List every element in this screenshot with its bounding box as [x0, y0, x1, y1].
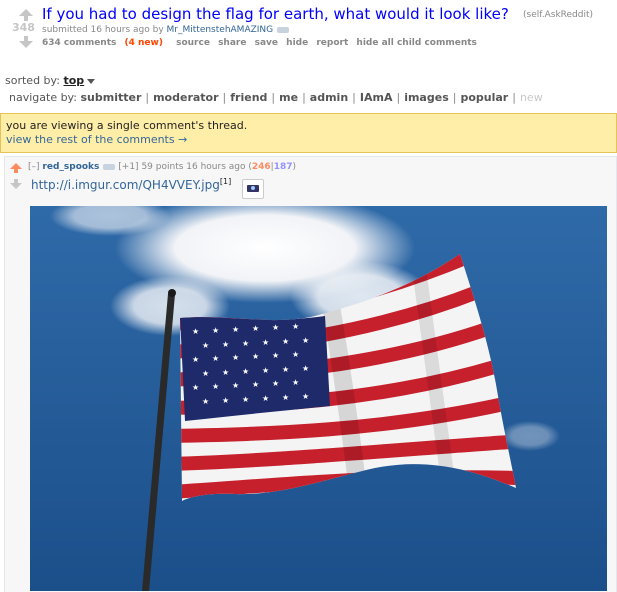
submitted-text: submitted 16 hours ago by — [42, 25, 164, 35]
post-action-buttons: 634 comments (4 new) source share save h… — [42, 38, 482, 48]
svg-text:★: ★ — [222, 340, 229, 349]
report-button[interactable]: report — [316, 38, 348, 48]
post-title-link[interactable]: If you had to design the flag for earth,… — [42, 5, 509, 23]
collapse-toggle[interactable]: [–] — [28, 162, 40, 172]
share-button[interactable]: share — [218, 38, 246, 48]
svg-text:★: ★ — [192, 383, 199, 392]
svg-text:★: ★ — [202, 397, 209, 406]
hide-child-comments-button[interactable]: hide all child comments — [356, 38, 476, 48]
view-all-comments-link[interactable]: view the rest of the comments → — [6, 133, 187, 146]
svg-text:★: ★ — [212, 326, 219, 335]
post-tagline: submitted 16 hours ago by Mr_MittenstehA… — [42, 25, 290, 35]
svg-text:★: ★ — [292, 322, 299, 331]
navigate-bar: navigate by: submitter | moderator | friend |… — [9, 91, 543, 104]
svg-text:★: ★ — [242, 367, 249, 376]
svg-text:★: ★ — [292, 378, 299, 387]
svg-text:★: ★ — [192, 327, 199, 336]
user-tag-icon[interactable] — [103, 163, 116, 170]
comment-author-link[interactable]: red_spooks — [42, 162, 99, 172]
svg-text:★: ★ — [262, 366, 269, 375]
svg-text:★: ★ — [242, 395, 249, 404]
navigate-label: navigate by: — [9, 91, 77, 104]
nav-new: new — [519, 91, 543, 104]
sort-label: sorted by: — [5, 74, 60, 87]
svg-text:★: ★ — [252, 380, 259, 389]
hide-button[interactable]: hide — [286, 38, 308, 48]
svg-text:★: ★ — [222, 368, 229, 377]
comment-upvote-arrow-icon[interactable] — [10, 163, 22, 173]
svg-text:★: ★ — [212, 354, 219, 363]
nav-images[interactable]: images — [404, 91, 449, 104]
vote-breakdown: (246|187) — [248, 162, 297, 172]
nav-moderator[interactable]: moderator — [153, 91, 218, 104]
nav-admin[interactable]: admin — [310, 91, 348, 104]
svg-text:★: ★ — [202, 341, 209, 350]
svg-text:★: ★ — [252, 324, 259, 333]
comment-points: 59 points 16 hours ago — [141, 162, 246, 172]
svg-text:★: ★ — [302, 364, 309, 373]
nav-friend[interactable]: friend — [230, 91, 267, 104]
svg-text:★: ★ — [272, 351, 279, 360]
save-button[interactable]: save — [255, 38, 278, 48]
svg-text:★: ★ — [272, 323, 279, 332]
svg-text:★: ★ — [302, 392, 309, 401]
svg-text:★: ★ — [262, 394, 269, 403]
sort-menu: sorted by: top — [5, 74, 96, 87]
embedded-flag-photo: ★ ★ ★ ★ ★ ★ ★ ★ ★ ★ ★ ★ ★ ★ ★ ★ ★ ★ ★ ★ ★ ★ ★ ★ ★ ★ ★ ★ ★ ★ ★ ★ ★ ★ ★… — [30, 206, 607, 591]
comment-tagline: [–] red_spooks [+1] 59 points 16 hours a… — [28, 162, 296, 172]
nav-iama[interactable]: IAmA — [360, 91, 393, 104]
svg-text:★: ★ — [222, 396, 229, 405]
banner-text: you are viewing a single comment's threa… — [6, 119, 248, 132]
post-score: 348 — [12, 21, 35, 34]
svg-text:★: ★ — [262, 338, 269, 347]
sort-dropdown[interactable]: top — [63, 74, 84, 87]
post-downvote-arrow-icon[interactable] — [19, 36, 33, 48]
post-author-link[interactable]: Mr_MittenstehAMAZING — [167, 25, 274, 35]
upvote-count: 246 — [251, 162, 271, 172]
comment-image-link[interactable]: http://i.imgur.com/QH4VVEY.jpg[1] — [31, 177, 231, 192]
nav-submitter[interactable]: submitter — [80, 91, 141, 104]
camera-icon[interactable] — [242, 179, 264, 199]
post-upvote-arrow-icon[interactable] — [19, 9, 33, 21]
comment-downvote-arrow-icon[interactable] — [10, 179, 22, 189]
svg-text:★: ★ — [282, 337, 289, 346]
svg-text:★: ★ — [292, 350, 299, 359]
comment-vote-weight: [+1] — [118, 162, 139, 172]
source-button[interactable]: source — [176, 38, 210, 48]
svg-text:★: ★ — [242, 339, 249, 348]
footnote-marker: [1] — [219, 177, 232, 186]
svg-text:★: ★ — [272, 379, 279, 388]
svg-text:★: ★ — [232, 381, 239, 390]
comments-link[interactable]: 634 comments (4 new) — [42, 38, 168, 48]
svg-text:★: ★ — [302, 336, 309, 345]
post-domain[interactable]: (self.AskReddit) — [523, 10, 593, 20]
svg-text:★: ★ — [232, 325, 239, 334]
svg-text:★: ★ — [202, 369, 209, 378]
svg-text:★: ★ — [282, 393, 289, 402]
dropdown-caret-icon[interactable] — [87, 78, 96, 84]
svg-text:★: ★ — [252, 352, 259, 361]
nav-me[interactable]: me — [279, 91, 298, 104]
svg-text:★: ★ — [232, 353, 239, 362]
nav-popular[interactable]: popular — [460, 91, 508, 104]
downvote-count: 187 — [273, 162, 293, 172]
svg-text:★: ★ — [282, 365, 289, 374]
single-thread-banner: you are viewing a single comment's threa… — [0, 113, 617, 153]
svg-text:★: ★ — [192, 355, 199, 364]
user-tag-icon[interactable] — [277, 26, 290, 33]
svg-text:★: ★ — [212, 382, 219, 391]
